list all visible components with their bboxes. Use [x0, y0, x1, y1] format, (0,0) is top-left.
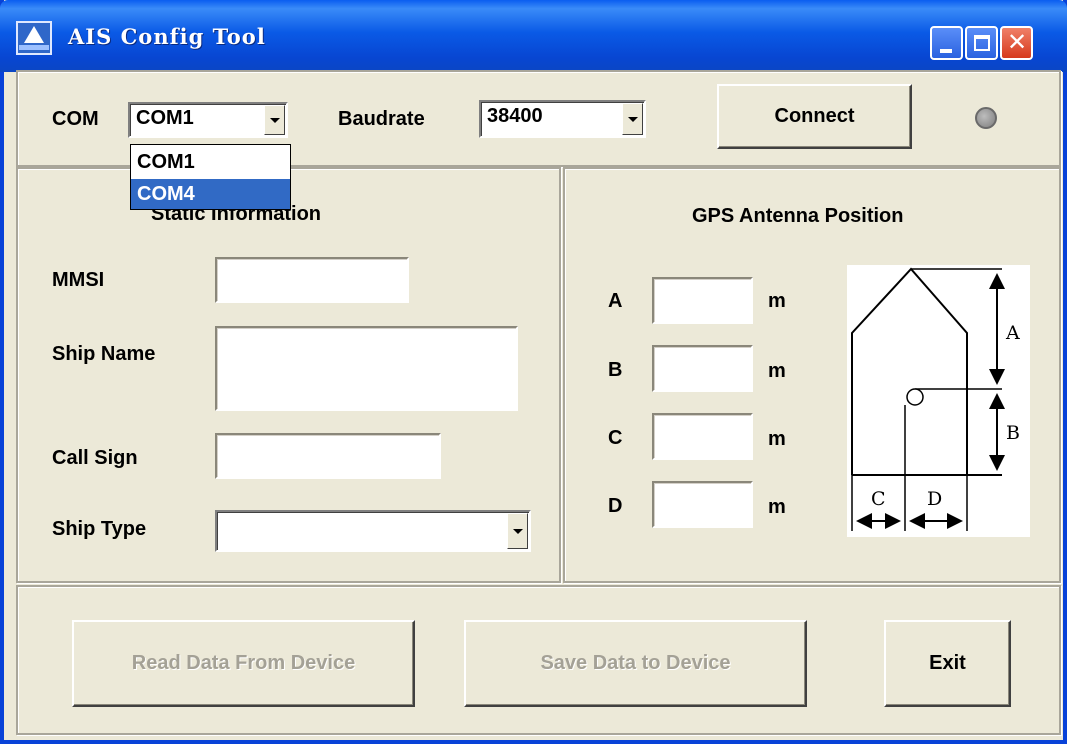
- gps-d-unit: m: [768, 496, 786, 518]
- diagram-label-a: A: [1005, 322, 1020, 344]
- chevron-down-icon[interactable]: [507, 513, 528, 549]
- chevron-down-icon[interactable]: [622, 103, 643, 135]
- diagram-label-c: C: [871, 488, 886, 510]
- com-dropdown-list[interactable]: COM1 COM4: [130, 144, 291, 210]
- ship-name-label: Ship Name: [52, 343, 156, 365]
- diagram-label-d: D: [927, 488, 942, 510]
- gps-title: GPS Antenna Position: [692, 205, 904, 227]
- maximize-button[interactable]: [965, 26, 998, 60]
- ship-antenna-diagram: A B C D: [847, 265, 1030, 537]
- call-sign-field[interactable]: [215, 433, 441, 479]
- com-option-selected[interactable]: COM4: [131, 179, 290, 209]
- com-select[interactable]: COM1: [128, 102, 288, 138]
- save-data-button[interactable]: Save Data to Device: [464, 620, 807, 707]
- mmsi-label: MMSI: [52, 269, 105, 291]
- gps-c-unit: m: [768, 428, 786, 450]
- gps-c-label: C: [608, 427, 623, 449]
- baudrate-select[interactable]: 38400: [479, 100, 646, 138]
- gps-d-label: D: [608, 495, 623, 517]
- gps-a-label: A: [608, 290, 623, 312]
- gps-d-field[interactable]: [652, 481, 753, 528]
- ship-type-select[interactable]: [215, 510, 531, 552]
- gps-a-unit: m: [768, 290, 786, 312]
- close-icon: ✕: [1007, 29, 1028, 56]
- com-label: COM: [52, 108, 99, 130]
- minimize-icon: [940, 49, 952, 53]
- call-sign-label: Call Sign: [52, 447, 138, 469]
- exit-button[interactable]: Exit: [884, 620, 1011, 707]
- close-button[interactable]: ✕: [1000, 26, 1033, 60]
- ship-type-label: Ship Type: [52, 518, 147, 540]
- gps-c-field[interactable]: [652, 413, 753, 460]
- read-data-button[interactable]: Read Data From Device: [72, 620, 415, 707]
- com-option[interactable]: COM1: [131, 147, 290, 177]
- minimize-button[interactable]: [930, 26, 963, 60]
- gps-b-unit: m: [768, 360, 786, 382]
- chevron-down-icon[interactable]: [264, 105, 285, 135]
- maximize-icon: [974, 35, 990, 51]
- com-select-value: COM1: [136, 107, 194, 129]
- baudrate-select-value: 38400: [487, 105, 543, 127]
- app-window: AIS Config Tool ✕ COM COM1 Baudrate 3840…: [0, 0, 1067, 744]
- mmsi-field[interactable]: [215, 257, 409, 303]
- gps-b-label: B: [608, 359, 623, 381]
- connect-button[interactable]: Connect: [717, 84, 912, 149]
- connection-status-led: [975, 107, 997, 129]
- diagram-label-b: B: [1006, 422, 1020, 444]
- baudrate-label: Baudrate: [338, 108, 425, 130]
- ais-app-icon: [16, 21, 52, 55]
- title-bar[interactable]: AIS Config Tool ✕: [0, 0, 1067, 72]
- gps-a-field[interactable]: [652, 277, 753, 324]
- ship-name-field[interactable]: [215, 326, 518, 411]
- window-title: AIS Config Tool: [68, 24, 266, 49]
- gps-b-field[interactable]: [652, 345, 753, 392]
